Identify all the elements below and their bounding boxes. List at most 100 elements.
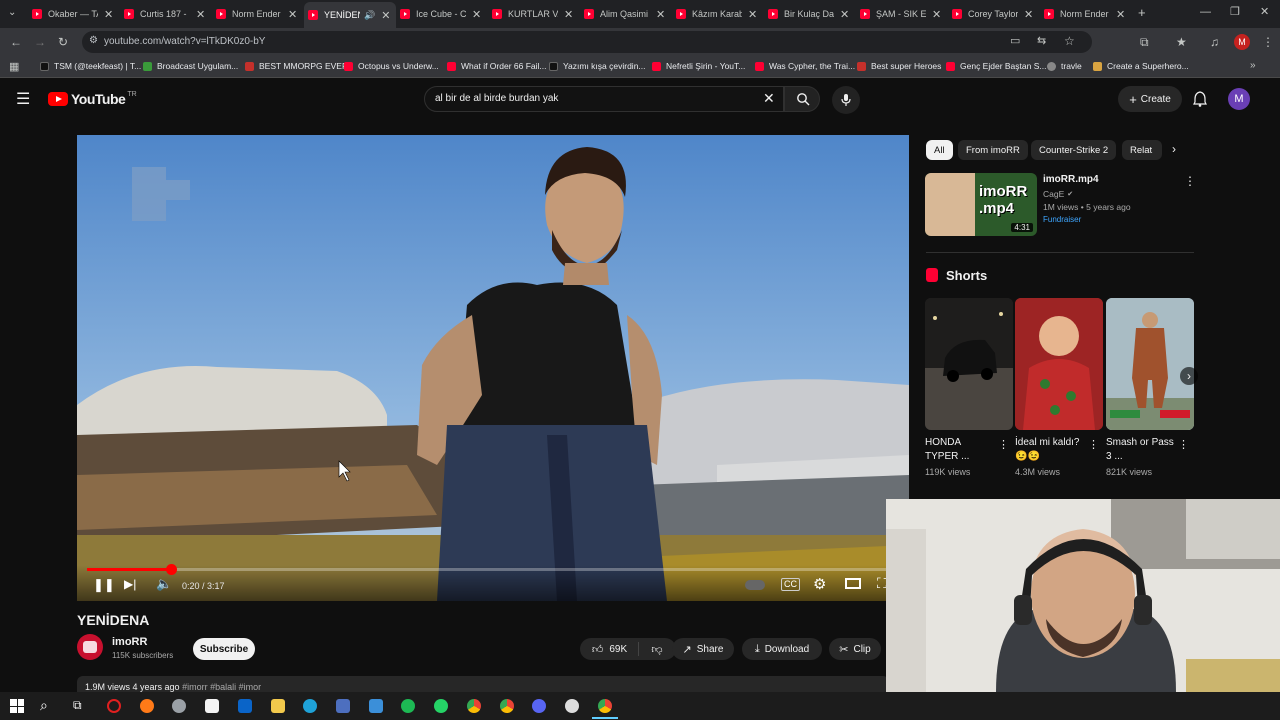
restore-icon[interactable]: ❐: [1230, 5, 1240, 18]
edge-icon[interactable]: [303, 699, 317, 713]
chip-related[interactable]: Relat: [1122, 140, 1162, 160]
discord-icon[interactable]: [532, 699, 546, 713]
progress-bar[interactable]: [87, 564, 899, 575]
browser-tab[interactable]: Corey Taylor ✕: [948, 4, 1040, 24]
file-explorer-icon[interactable]: [271, 699, 285, 713]
extensions-icon[interactable]: ⧉: [1140, 33, 1149, 51]
bookmark-star-icon[interactable]: ☆: [1064, 34, 1075, 48]
minimize-icon[interactable]: —: [1200, 6, 1211, 18]
short-title[interactable]: HONDA TYPER ...: [925, 436, 995, 464]
download-button[interactable]: ⤓ Download: [742, 638, 822, 660]
bookmark-item[interactable]: BEST MMORPG EVER: [245, 61, 348, 71]
outlook-icon[interactable]: [238, 699, 252, 713]
close-tab-icon[interactable]: ✕: [1024, 8, 1033, 21]
browser-tab[interactable]: Curtis 187 - ✕: [120, 4, 212, 24]
bookmark-item[interactable]: travle: [1047, 61, 1082, 71]
channel-avatar[interactable]: [77, 634, 103, 660]
close-tab-icon[interactable]: ✕: [288, 8, 297, 21]
browser-tab-active[interactable]: YENİDEN 🔊 ✕: [304, 2, 396, 28]
subtitles-icon[interactable]: CC: [781, 578, 800, 591]
close-tab-icon[interactable]: ✕: [932, 8, 941, 21]
whatsapp-icon[interactable]: [434, 699, 448, 713]
browser-tab[interactable]: Bir Kulaç Dal ✕: [764, 4, 856, 24]
chrome-icon-active[interactable]: [598, 699, 612, 713]
app-icon[interactable]: [336, 699, 350, 713]
windows-start-icon[interactable]: [10, 699, 24, 713]
recommended-channel[interactable]: CagE ✔: [1043, 189, 1073, 199]
reload-icon[interactable]: ↻: [58, 33, 68, 51]
bookmark-item[interactable]: Genç Ejder Baştan S...: [946, 61, 1046, 71]
close-tab-icon[interactable]: ✕: [1116, 8, 1125, 21]
close-tab-icon[interactable]: ✕: [840, 8, 849, 21]
hamburger-menu-icon[interactable]: ☰: [16, 89, 30, 109]
chip-from-channel[interactable]: From imoRR: [958, 140, 1028, 160]
short-thumbnail[interactable]: [925, 298, 1013, 430]
next-video-icon[interactable]: ▶|: [124, 577, 136, 591]
cast-icon[interactable]: ▭: [1010, 34, 1020, 47]
tab-audio-icon[interactable]: 🔊: [364, 10, 375, 21]
voice-search-button[interactable]: [832, 86, 860, 114]
short-thumbnail[interactable]: [1106, 298, 1194, 430]
like-button[interactable]: 👍︎ 69K: [581, 642, 639, 656]
bookmark-item[interactable]: Create a Superhero...: [1093, 61, 1189, 71]
bookmark-item[interactable]: What if Order 66 Fail...: [447, 61, 547, 71]
recommended-thumbnail[interactable]: imoRR .mp4 4:31: [925, 173, 1037, 236]
close-tab-icon[interactable]: ✕: [196, 8, 205, 21]
theater-mode-icon[interactable]: [845, 578, 861, 589]
account-avatar[interactable]: M: [1228, 88, 1250, 110]
favorites-icon[interactable]: ★: [1176, 33, 1187, 51]
channel-name[interactable]: imoRR: [112, 636, 147, 648]
firefox-icon[interactable]: [140, 699, 154, 713]
site-info-icon[interactable]: ⚙: [89, 35, 98, 46]
shorts-next-icon[interactable]: ›: [1180, 367, 1198, 385]
bookmark-item[interactable]: Broadcast Uygulam...: [143, 61, 238, 71]
bookmark-item[interactable]: Octopus vs Underw...: [344, 61, 439, 71]
apps-grid-icon[interactable]: ▦: [9, 60, 19, 73]
youtube-logo[interactable]: YouTube TR: [48, 91, 137, 107]
share-button[interactable]: ↗ Share: [672, 638, 734, 660]
clip-button[interactable]: ✂ Clip: [829, 638, 881, 660]
address-bar[interactable]: ⚙ youtube.com/watch?v=lTkDK0z0-bY ☆ ⇆ ▭: [82, 31, 1092, 53]
browser-tab[interactable]: KURTLAR VA ✕: [488, 4, 580, 24]
short-title[interactable]: İdeal mi kaldı? 😉😉: [1015, 436, 1085, 464]
taskbar-search-icon[interactable]: ⌕: [40, 697, 48, 714]
app-icon[interactable]: [172, 699, 186, 713]
bookmark-item[interactable]: Was Cypher, the Trai...: [755, 61, 855, 71]
more-bookmarks-icon[interactable]: »: [1250, 60, 1256, 71]
browser-tab[interactable]: Kâzım Karab ✕: [672, 4, 764, 24]
chrome-icon[interactable]: [467, 699, 481, 713]
short-title[interactable]: Smash or Pass 3 ...: [1106, 436, 1176, 464]
search-button[interactable]: [784, 86, 820, 112]
browser-tab[interactable]: Norm Ender ✕: [1040, 4, 1132, 24]
new-tab-icon[interactable]: +: [1138, 5, 1146, 20]
opera-icon[interactable]: [107, 699, 121, 713]
bookmark-item[interactable]: TSM (@teekfeast) | T...: [40, 61, 141, 71]
create-button[interactable]: + Create: [1118, 86, 1182, 112]
clear-search-icon[interactable]: ✕: [763, 90, 775, 107]
media-control-icon[interactable]: ♫: [1210, 33, 1219, 51]
close-tab-icon[interactable]: ✕: [104, 8, 113, 21]
chip-counter-strike[interactable]: Counter-Strike 2: [1031, 140, 1117, 160]
notifications-bell-icon[interactable]: [1193, 91, 1207, 107]
bookmark-item[interactable]: Yazımı kışa çevirdin...: [549, 61, 646, 71]
close-window-icon[interactable]: ✕: [1260, 5, 1269, 18]
menu-kebab-icon[interactable]: ⋮: [1262, 33, 1274, 51]
thumbs-down-icon[interactable]: 👎︎: [639, 643, 675, 656]
short-more-icon[interactable]: ⋮: [1088, 438, 1099, 451]
settings-gear-icon[interactable]: ⚙: [813, 575, 826, 593]
close-tab-icon[interactable]: ✕: [472, 8, 481, 21]
close-tab-icon[interactable]: ✕: [748, 8, 757, 21]
short-more-icon[interactable]: ⋮: [998, 438, 1009, 451]
recommended-title[interactable]: imoRR.mp4: [1043, 174, 1099, 185]
browser-tab[interactable]: Ice Cube - C ✕: [396, 4, 488, 24]
video-player[interactable]: ❚❚ ▶| 🔈 0:20 / 3:17 CC ⚙ ⛶: [77, 135, 909, 601]
pause-icon[interactable]: ❚❚: [93, 577, 115, 593]
more-actions-icon[interactable]: ⋮: [1184, 174, 1196, 188]
bookmark-item[interactable]: Best super Heroes: [857, 61, 941, 71]
hashtags[interactable]: #imorr #balali #imor: [182, 682, 261, 692]
translate-icon[interactable]: ⇆: [1037, 34, 1046, 47]
volume-icon[interactable]: 🔈: [156, 576, 172, 592]
browser-tab[interactable]: Alim Qasimi ✕: [580, 4, 672, 24]
close-tab-icon[interactable]: ✕: [564, 8, 573, 21]
browser-tab[interactable]: Okaber — TA ✕: [28, 4, 120, 24]
